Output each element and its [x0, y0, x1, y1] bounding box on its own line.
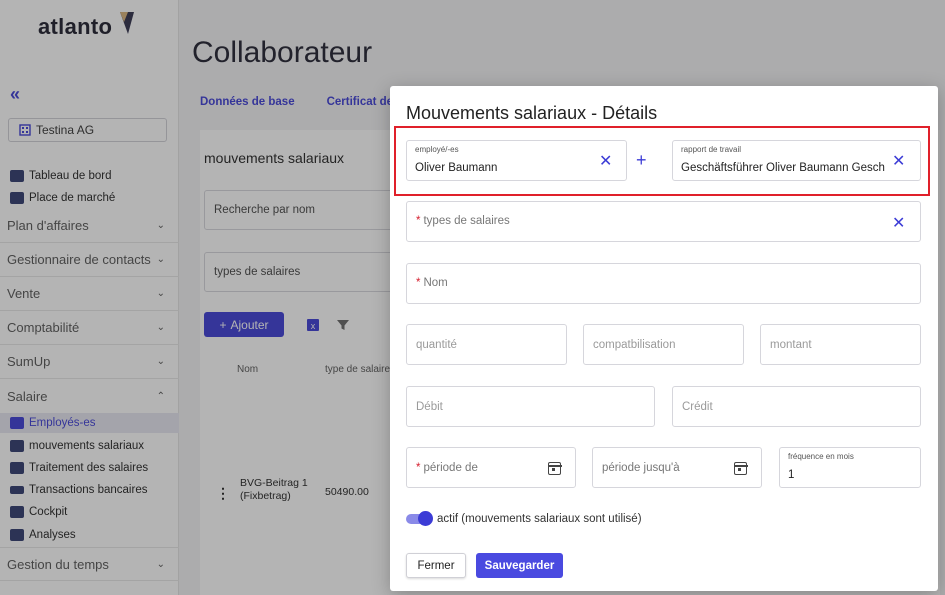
required-marker: *	[416, 277, 421, 289]
debit-placeholder: Débit	[416, 401, 443, 413]
dialog-title: Mouvements salariaux - Détails	[406, 103, 658, 123]
amount-field[interactable]: montant	[760, 324, 921, 365]
amount-placeholder: montant	[770, 339, 812, 351]
salary-type-label: types de salaires	[423, 215, 510, 227]
period-to-label: période jusqu'à	[602, 462, 680, 474]
period-to-field[interactable]: période jusqu'à	[592, 447, 762, 488]
employee-value: Oliver Baumann	[415, 162, 498, 174]
debit-field[interactable]: Débit	[406, 386, 655, 427]
toggle-knob	[418, 511, 433, 526]
employee-label: employé/-es	[415, 145, 459, 154]
active-toggle-label: actif (mouvements salariaux sont utilisé…	[437, 513, 642, 525]
save-button[interactable]: Sauvegarder	[476, 553, 563, 578]
clear-employee-icon[interactable]: ✕	[599, 151, 612, 171]
quantity-field[interactable]: quantité	[406, 324, 567, 365]
clear-salary-type-icon[interactable]: ✕	[892, 213, 905, 233]
frequency-field[interactable]: fréquence en mois 1	[779, 447, 921, 488]
calendar-icon[interactable]	[733, 462, 748, 475]
close-button[interactable]: Fermer	[406, 553, 466, 578]
salary-type-field[interactable]: * types de salaires ✕	[406, 201, 921, 242]
credit-placeholder: Crédit	[682, 401, 713, 413]
required-marker: *	[416, 462, 421, 474]
credit-field[interactable]: Crédit	[672, 386, 921, 427]
accounting-placeholder: compatbilisation	[593, 339, 676, 351]
add-employee-icon[interactable]: +	[636, 150, 647, 171]
quantity-placeholder: quantité	[416, 339, 457, 351]
salary-movement-dialog: Mouvements salariaux - Détails employé/-…	[390, 86, 938, 591]
name-field[interactable]: * Nom	[406, 263, 921, 304]
period-from-field[interactable]: * période de	[406, 447, 576, 488]
frequency-label: fréquence en mois	[788, 452, 854, 461]
calendar-icon[interactable]	[547, 462, 562, 475]
contract-value: Geschäftsführer Oliver Baumann Geschäfts…	[681, 162, 885, 174]
accounting-field[interactable]: compatbilisation	[583, 324, 744, 365]
employee-field[interactable]: employé/-es Oliver Baumann ✕	[406, 140, 627, 181]
name-label: Nom	[423, 277, 448, 289]
employment-contract-field[interactable]: rapport de travail Geschäftsführer Olive…	[672, 140, 921, 181]
required-marker: *	[416, 215, 421, 227]
period-from-label: période de	[423, 462, 478, 474]
clear-contract-icon[interactable]: ✕	[892, 151, 905, 171]
contract-label: rapport de travail	[681, 145, 742, 154]
frequency-value: 1	[788, 469, 795, 481]
active-toggle[interactable]	[406, 511, 433, 526]
